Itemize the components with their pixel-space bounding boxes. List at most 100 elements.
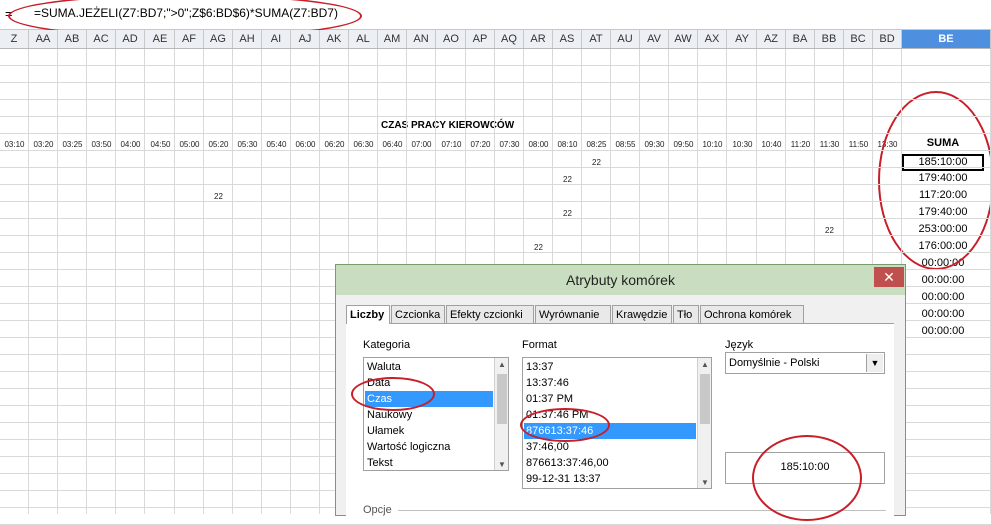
sum-cell[interactable]: 185:10:00: [902, 154, 984, 171]
sum-cell[interactable]: 00:00:00: [902, 291, 984, 303]
time-cell[interactable]: 08:55: [611, 140, 640, 149]
column-header-bb[interactable]: BB: [815, 30, 844, 48]
time-cell[interactable]: 05:40: [262, 140, 291, 149]
category-list[interactable]: Waluta Data Czas Naukowy Ułamek Wartość logic…: [363, 357, 509, 471]
column-header-az[interactable]: AZ: [757, 30, 786, 48]
time-cell[interactable]: 06:00: [291, 140, 320, 149]
column-header-at[interactable]: AT: [582, 30, 611, 48]
column-header-ao[interactable]: AO: [437, 30, 466, 48]
tab-czcionka[interactable]: Czcionka: [391, 305, 445, 323]
sum-cell[interactable]: 00:00:00: [902, 257, 984, 269]
list-item[interactable]: Czas: [365, 391, 493, 407]
column-header-aq[interactable]: AQ: [495, 30, 524, 48]
time-cell[interactable]: 06:20: [320, 140, 349, 149]
list-item[interactable]: 37:46,00: [526, 439, 569, 455]
close-icon[interactable]: ✕: [874, 267, 904, 287]
tab-tło[interactable]: Tło: [673, 305, 699, 323]
column-header-au[interactable]: AU: [611, 30, 640, 48]
language-select[interactable]: Domyślnie - Polski ▼: [725, 352, 885, 374]
column-header-ay[interactable]: AY: [728, 30, 757, 48]
time-cell[interactable]: 08:25: [582, 140, 611, 149]
column-header-am[interactable]: AM: [378, 30, 407, 48]
list-item[interactable]: 13:37: [526, 359, 554, 375]
time-cell[interactable]: 03:25: [58, 140, 87, 149]
tab-krawędzie[interactable]: Krawędzie: [612, 305, 672, 323]
scroll-up-icon[interactable]: ▲: [495, 358, 508, 372]
time-cell[interactable]: 10:40: [757, 140, 786, 149]
list-item[interactable]: 13:37:46: [526, 375, 569, 391]
column-header-av[interactable]: AV: [640, 30, 669, 48]
time-cell[interactable]: 10:30: [728, 140, 757, 149]
value-cell[interactable]: 22: [553, 175, 582, 184]
time-cell[interactable]: 07:20: [466, 140, 495, 149]
tab-wyrównanie[interactable]: Wyrównanie: [535, 305, 611, 323]
column-header-ab[interactable]: AB: [58, 30, 87, 48]
list-item[interactable]: Ułamek: [367, 423, 404, 439]
time-cell[interactable]: 03:10: [0, 140, 29, 149]
formula-input[interactable]: =SUMA.JEŻELI(Z7:BD7;">0";Z$6:BD$6)*SUMA(…: [34, 6, 338, 20]
time-cell[interactable]: 04:50: [146, 140, 175, 149]
column-header-af[interactable]: AF: [175, 30, 204, 48]
column-header-bc[interactable]: BC: [844, 30, 873, 48]
scroll-thumb[interactable]: [700, 374, 710, 424]
value-cell[interactable]: 22: [204, 192, 233, 201]
scroll-up-icon[interactable]: ▲: [698, 358, 711, 372]
time-cell[interactable]: 07:00: [407, 140, 436, 149]
time-cell[interactable]: 08:00: [524, 140, 553, 149]
value-cell[interactable]: 22: [524, 243, 553, 252]
value-cell[interactable]: 22: [815, 226, 844, 235]
list-item[interactable]: 99-12-31 13:37: [526, 471, 601, 487]
column-header-al[interactable]: AL: [349, 30, 378, 48]
column-header-aw[interactable]: AW: [669, 30, 698, 48]
tab-liczby[interactable]: Liczby: [346, 305, 390, 324]
column-header-ax[interactable]: AX: [698, 30, 727, 48]
column-header-ar[interactable]: AR: [524, 30, 553, 48]
column-header-ak[interactable]: AK: [320, 30, 349, 48]
sum-cell[interactable]: 00:00:00: [902, 308, 984, 320]
list-item[interactable]: Data: [367, 375, 390, 391]
column-header-aj[interactable]: AJ: [291, 30, 320, 48]
time-cell[interactable]: 08:10: [553, 140, 582, 149]
list-item[interactable]: 01:37 PM: [526, 391, 573, 407]
vertical-scrollbar[interactable]: ▲ ▼: [697, 358, 711, 488]
time-cell[interactable]: 05:00: [175, 140, 204, 149]
sum-cell[interactable]: 117:20:00: [902, 189, 984, 201]
list-item[interactable]: Naukowy: [367, 407, 412, 423]
list-item[interactable]: 1999-12-31 13:37:46: [526, 487, 628, 488]
list-item[interactable]: Wartość logiczna: [367, 439, 450, 455]
time-cell[interactable]: 11:20: [786, 140, 815, 149]
list-item[interactable]: Tekst: [367, 455, 393, 470]
time-cell[interactable]: 07:30: [495, 140, 524, 149]
column-header-bd[interactable]: BD: [873, 30, 902, 48]
chevron-down-icon[interactable]: ▼: [866, 354, 883, 372]
column-header-z[interactable]: Z: [0, 30, 29, 48]
sum-cell[interactable]: 179:40:00: [902, 206, 984, 218]
column-header-an[interactable]: AN: [407, 30, 436, 48]
time-cell[interactable]: 06:30: [349, 140, 378, 149]
scroll-down-icon[interactable]: ▼: [495, 458, 508, 470]
time-cell[interactable]: 06:40: [378, 140, 407, 149]
column-header-ag[interactable]: AG: [204, 30, 233, 48]
time-cell[interactable]: 05:30: [233, 140, 262, 149]
time-cell[interactable]: 10:10: [698, 140, 727, 149]
format-list[interactable]: 13:37 13:37:46 01:37 PM 01:37:46 PM 876613:3…: [522, 357, 712, 489]
time-cell[interactable]: 09:30: [640, 140, 669, 149]
value-cell[interactable]: 22: [582, 158, 611, 167]
column-header-ap[interactable]: AP: [466, 30, 495, 48]
time-cell[interactable]: 05:20: [204, 140, 233, 149]
value-cell[interactable]: 22: [553, 209, 582, 218]
column-header-be[interactable]: BE: [902, 30, 991, 48]
sum-cell[interactable]: 176:00:00: [902, 240, 984, 252]
list-item[interactable]: 876613:37:46,00: [526, 455, 609, 471]
sum-cell[interactable]: 00:00:00: [902, 274, 984, 286]
sum-cell[interactable]: 179:40:00: [902, 172, 984, 184]
tab-ochrona-komórek[interactable]: Ochrona komórek: [700, 305, 804, 323]
time-cell[interactable]: 11:50: [844, 140, 873, 149]
column-header-as[interactable]: AS: [553, 30, 582, 48]
vertical-scrollbar[interactable]: ▲ ▼: [494, 358, 508, 470]
column-header-ae[interactable]: AE: [146, 30, 175, 48]
scroll-thumb[interactable]: [497, 374, 507, 424]
time-cell[interactable]: 07:10: [437, 140, 466, 149]
tab-efekty-czcionki[interactable]: Efekty czcionki: [446, 305, 534, 323]
time-cell[interactable]: 03:50: [87, 140, 116, 149]
